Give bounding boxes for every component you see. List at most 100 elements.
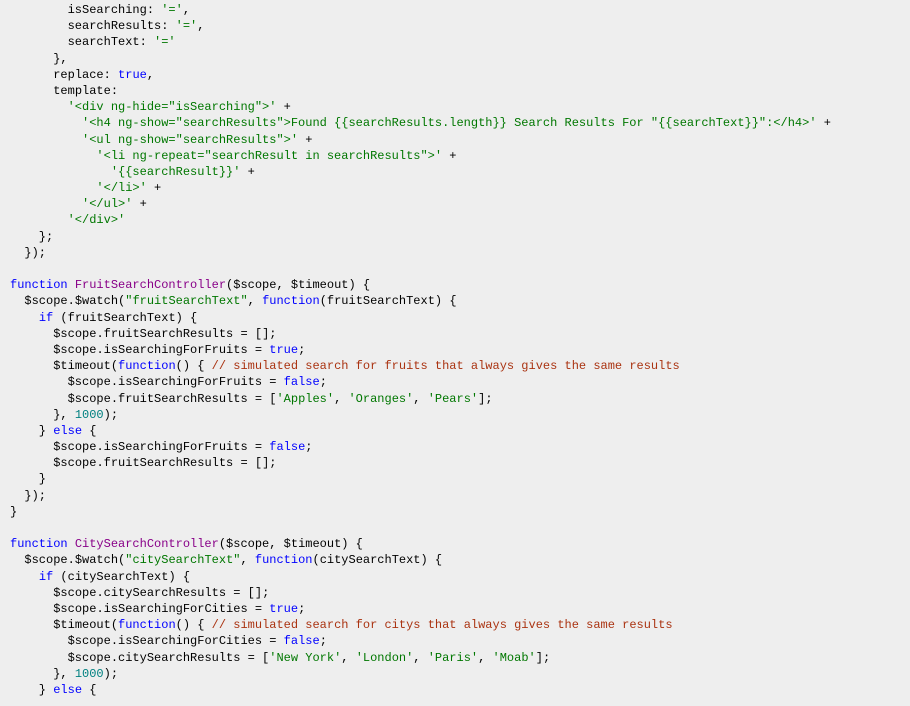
code-token-punct (10, 618, 53, 632)
code-token-var: $scope (24, 553, 67, 567)
code-line[interactable]: if (citySearchText) { (0, 569, 910, 585)
code-line[interactable]: $scope.isSearchingForFruits = true; (0, 342, 910, 358)
code-line[interactable]: replace: true, (0, 67, 910, 83)
code-token-punct (10, 165, 111, 179)
code-token-punct: ( (53, 570, 67, 584)
code-token-punct: ( (219, 537, 226, 551)
code-line[interactable]: '{{searchResult}}' + (0, 164, 910, 180)
code-line[interactable]: $scope.citySearchResults = ['New York', … (0, 650, 910, 666)
code-token-var: $scope (53, 456, 96, 470)
code-token-op: + (240, 165, 262, 179)
code-line[interactable]: $scope.isSearchingForCities = true; (0, 601, 910, 617)
code-token-op: + (817, 116, 839, 130)
code-token-var: $watch (75, 294, 118, 308)
code-line[interactable]: '</ul>' + (0, 196, 910, 212)
code-line[interactable]: function CitySearchController($scope, $t… (0, 536, 910, 552)
code-token-punct: } (10, 683, 53, 697)
code-line[interactable]: $scope.isSearchingForCities = false; (0, 633, 910, 649)
code-token-punct (10, 375, 68, 389)
code-token-number: 1000 (75, 667, 104, 681)
code-line[interactable]: }, (0, 51, 910, 67)
code-token-var: $scope (24, 294, 67, 308)
code-token-var: $scope (53, 343, 96, 357)
code-token-punct: , (334, 392, 348, 406)
code-token-var: citySearchText (68, 570, 169, 584)
code-token-punct: }, (10, 52, 68, 66)
code-token-punct: () { (176, 618, 212, 632)
code-token-propkey: replace (53, 68, 103, 82)
code-token-punct (10, 570, 39, 584)
code-token-punct: ); (104, 408, 118, 422)
code-line[interactable]: } (0, 471, 910, 487)
code-token-punct: = []; (226, 586, 269, 600)
code-token-string: 'Pears' (428, 392, 478, 406)
code-line[interactable]: $timeout(function() { // simulated searc… (0, 358, 910, 374)
code-token-kw: else (53, 424, 82, 438)
code-line[interactable]: }, 1000); (0, 407, 910, 423)
code-line[interactable]: $scope.$watch("fruitSearchText", functio… (0, 293, 910, 309)
code-viewer[interactable]: isSearching: '=', searchResults: '=', se… (0, 0, 910, 706)
code-token-string: "citySearchText" (125, 553, 240, 567)
code-token-string: 'London' (356, 651, 414, 665)
code-line[interactable]: $scope.isSearchingForFruits = false; (0, 439, 910, 455)
code-token-number: 1000 (75, 408, 104, 422)
code-token-func: FruitSearchController (75, 278, 226, 292)
code-token-var: fruitSearchResults (104, 327, 234, 341)
code-line[interactable]: $timeout(function() { // simulated searc… (0, 617, 910, 633)
code-line[interactable]: }); (0, 245, 910, 261)
code-token-punct: = [ (248, 392, 277, 406)
code-token-op: = (248, 343, 270, 357)
code-token-punct: . (96, 343, 103, 357)
code-line[interactable]: $scope.citySearchResults = []; (0, 585, 910, 601)
code-token-var: isSearchingForFruits (118, 375, 262, 389)
code-line[interactable]: } else { (0, 682, 910, 698)
code-line[interactable]: } (0, 504, 910, 520)
code-token-punct: ( (53, 311, 67, 325)
code-line[interactable]: function FruitSearchController($scope, $… (0, 277, 910, 293)
code-token-punct: ) { (341, 537, 363, 551)
code-token-punct: , (413, 651, 427, 665)
code-line[interactable]: template: (0, 83, 910, 99)
code-token-string: '<li ng-repeat="searchResult in searchRe… (96, 149, 442, 163)
code-token-punct: }); (10, 489, 46, 503)
code-token-var: $scope (68, 634, 111, 648)
code-token-default (147, 35, 154, 49)
code-line[interactable]: $scope.fruitSearchResults = ['Apples', '… (0, 391, 910, 407)
code-token-op: = (262, 634, 284, 648)
code-token-string: 'New York' (269, 651, 341, 665)
code-token-comment: // simulated search for citys that alway… (212, 618, 673, 632)
code-line[interactable]: '<li ng-repeat="searchResult in searchRe… (0, 148, 910, 164)
code-token-punct: = []; (233, 327, 276, 341)
code-line[interactable] (0, 261, 910, 277)
code-line[interactable]: }; (0, 229, 910, 245)
code-token-string: '<ul ng-show="searchResults">' (82, 133, 298, 147)
code-line[interactable]: $scope.fruitSearchResults = []; (0, 326, 910, 342)
code-token-punct (10, 68, 53, 82)
code-line[interactable]: '<h4 ng-show="searchResults">Found {{sea… (0, 115, 910, 131)
code-token-punct: . (68, 294, 75, 308)
code-line[interactable]: } else { (0, 423, 910, 439)
code-token-var: citySearchText (320, 553, 421, 567)
code-token-punct: : (111, 84, 118, 98)
code-line[interactable]: '</li>' + (0, 180, 910, 196)
code-line[interactable]: if (fruitSearchText) { (0, 310, 910, 326)
code-token-punct: , (276, 278, 290, 292)
code-line[interactable]: '<div ng-hide="isSearching">' + (0, 99, 910, 115)
code-line[interactable] (0, 520, 910, 536)
code-token-var: $scope (226, 537, 269, 551)
code-line[interactable]: $scope.$watch("citySearchText", function… (0, 552, 910, 568)
code-line[interactable]: searchText: '=' (0, 34, 910, 50)
code-line[interactable]: }, 1000); (0, 666, 910, 682)
code-line[interactable]: $scope.fruitSearchResults = []; (0, 455, 910, 471)
code-token-punct: ) { (348, 278, 370, 292)
code-line[interactable]: '<ul ng-show="searchResults">' + (0, 132, 910, 148)
code-token-bool: false (269, 440, 305, 454)
code-line[interactable]: '</div>' (0, 212, 910, 228)
code-token-propkey: searchResults (68, 19, 162, 33)
code-token-bool: true (118, 68, 147, 82)
code-line[interactable]: }); (0, 488, 910, 504)
code-line[interactable]: isSearching: '=', (0, 2, 910, 18)
code-line[interactable]: $scope.isSearchingForFruits = false; (0, 374, 910, 390)
code-line[interactable]: searchResults: '=', (0, 18, 910, 34)
code-token-var: $timeout (291, 278, 349, 292)
